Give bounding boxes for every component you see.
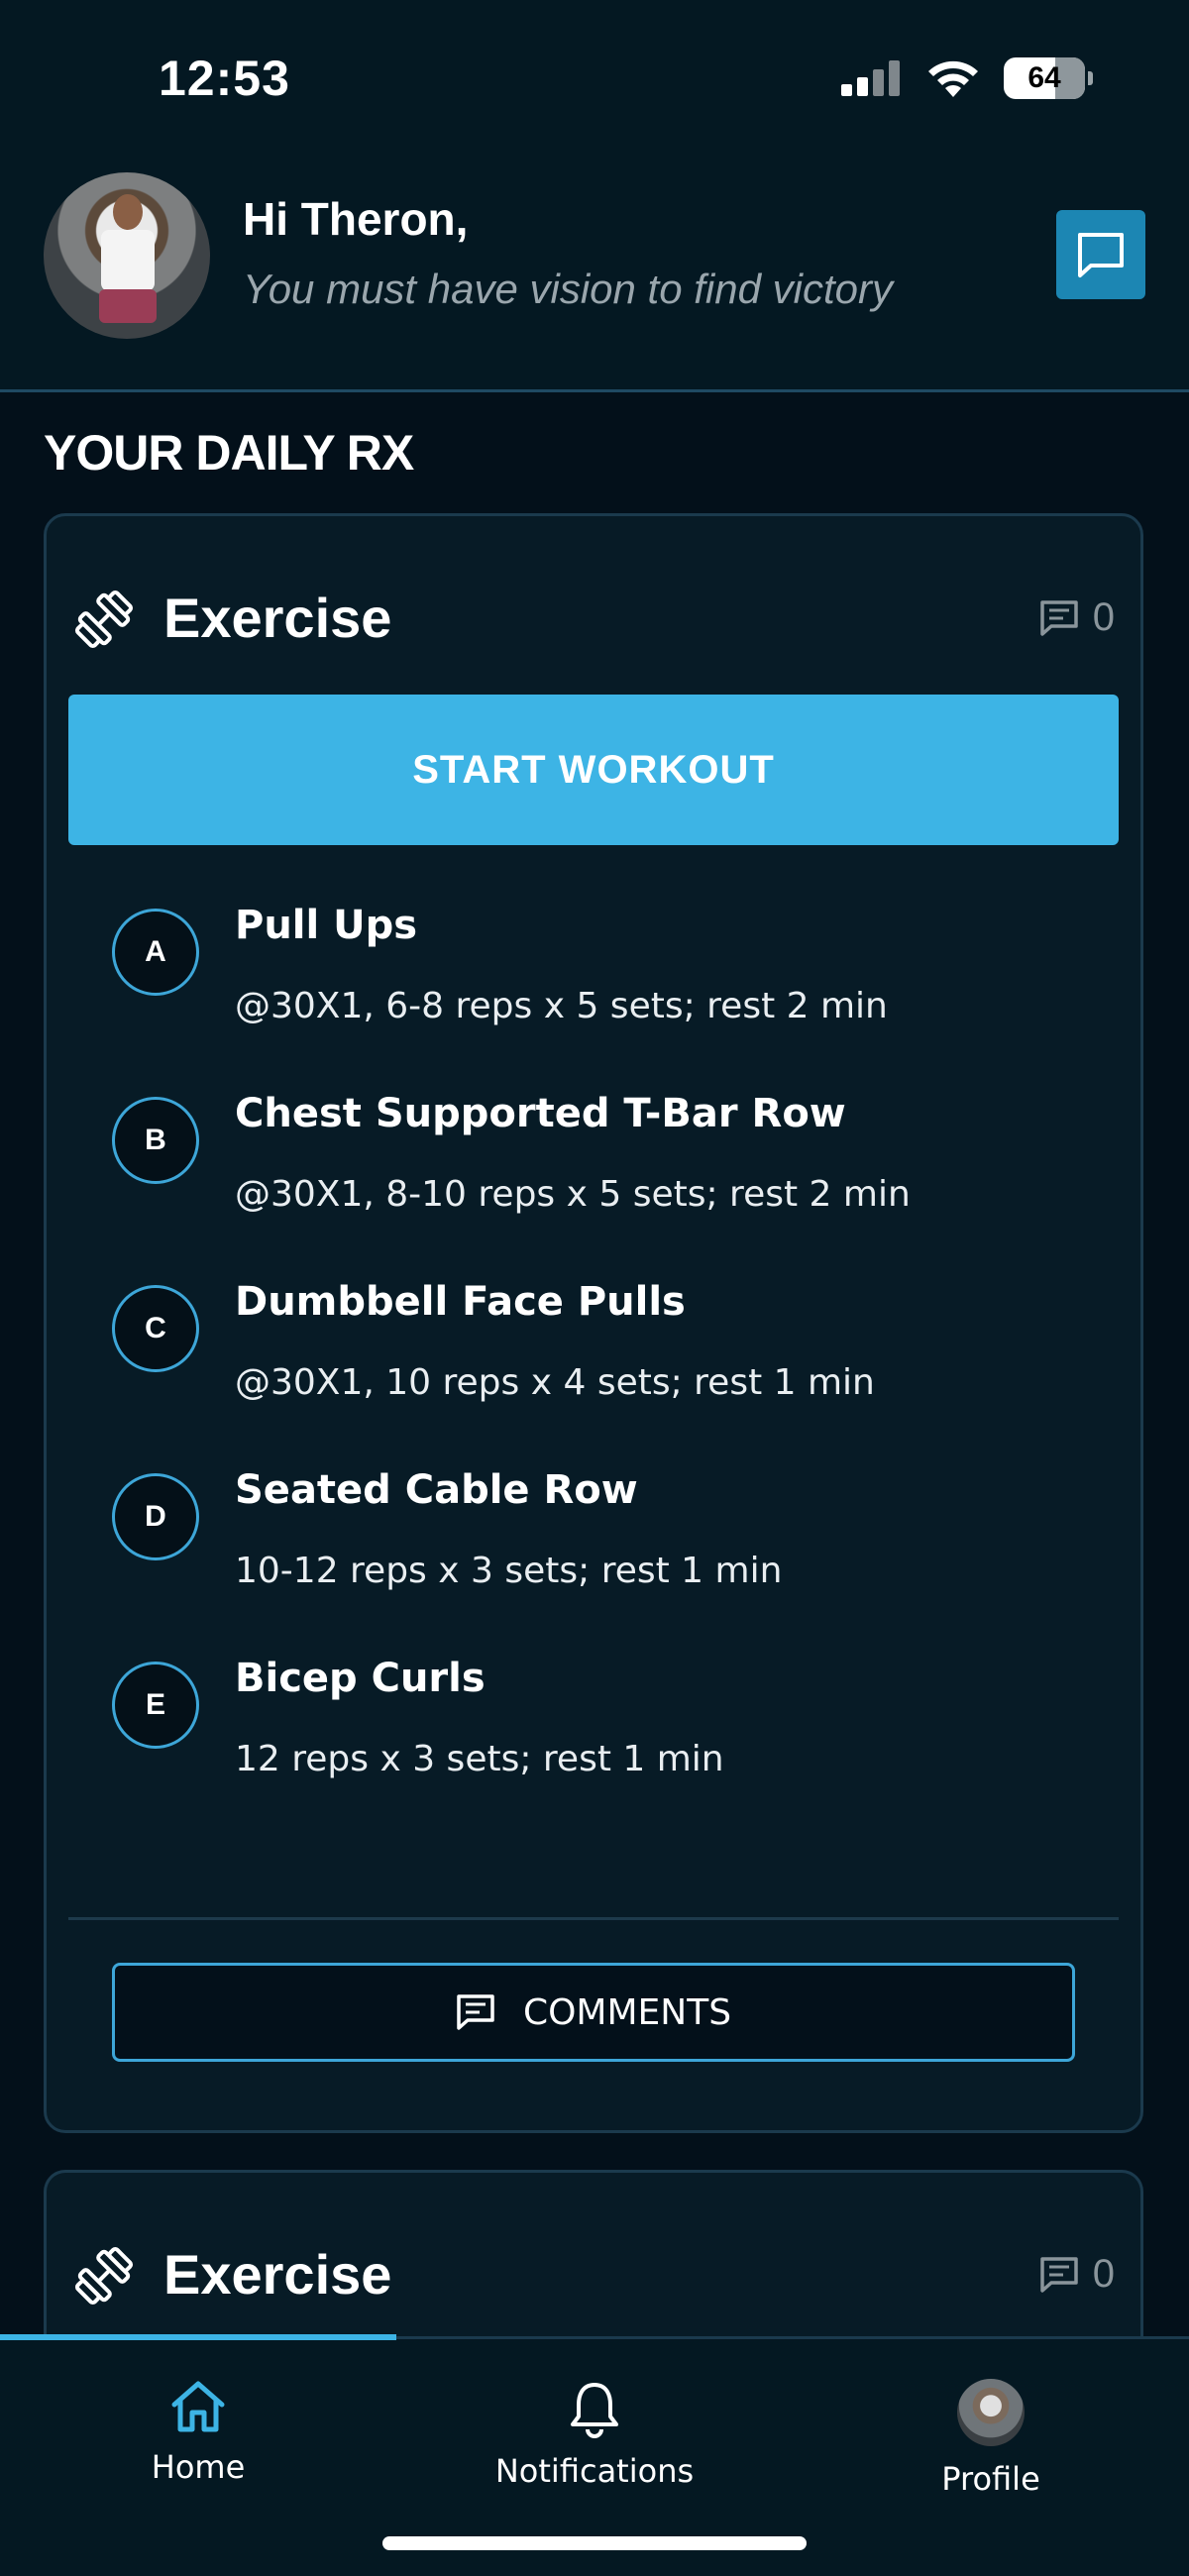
comment-icon (457, 1994, 494, 2030)
comment-icon (1040, 2256, 1078, 2293)
dumbbell-icon (74, 590, 134, 649)
exercise-name: Bicep Curls (235, 1656, 486, 1701)
card-header: Exercise 0 (72, 582, 1115, 661)
exercise-detail: 12 reps x 3 sets; rest 1 min (235, 1739, 724, 1779)
comment-count-value: 0 (1092, 595, 1115, 639)
header: Hi Theron, You must have vision to find … (0, 159, 1189, 392)
status-bar: 12:53 64 (0, 0, 1189, 159)
start-workout-button[interactable]: START WORKOUT (68, 695, 1119, 845)
profile-avatar (957, 2379, 1025, 2446)
signal-icon (841, 60, 900, 96)
exercise-item[interactable]: B Chest Supported T-Bar Row @30X1, 8-10 … (112, 1079, 1103, 1267)
tab-profile-label: Profile (941, 2460, 1040, 2498)
section-title: YOUR DAILY RX (44, 425, 414, 481)
comment-count[interactable]: 0 (1039, 2252, 1115, 2297)
comment-count[interactable]: 0 (1039, 595, 1115, 640)
comment-count-value: 0 (1092, 2252, 1115, 2296)
exercise-name: Seated Cable Row (235, 1467, 638, 1513)
exercise-item[interactable]: D Seated Cable Row 10-12 reps x 3 sets; … (112, 1455, 1103, 1644)
avatar[interactable] (44, 172, 210, 339)
tab-home-label: Home (151, 2448, 246, 2486)
bell-icon (571, 2383, 618, 2438)
status-time: 12:53 (159, 51, 290, 106)
exercise-item[interactable]: E Bicep Curls 12 reps x 3 sets; rest 1 m… (112, 1644, 1103, 1832)
exercise-letter-badge: E (112, 1662, 199, 1749)
exercise-name: Chest Supported T-Bar Row (235, 1091, 846, 1136)
exercise-detail: @30X1, 10 reps x 4 sets; rest 1 min (235, 1362, 875, 1403)
exercise-detail: @30X1, 8-10 reps x 5 sets; rest 2 min (235, 1174, 911, 1215)
exercise-item[interactable]: A Pull Ups @30X1, 6-8 reps x 5 sets; res… (112, 891, 1103, 1079)
card-title: Exercise (163, 587, 392, 649)
exercise-name: Dumbbell Face Pulls (235, 1279, 686, 1325)
exercise-item[interactable]: C Dumbbell Face Pulls @30X1, 10 reps x 4… (112, 1267, 1103, 1455)
exercise-letter-badge: D (112, 1473, 199, 1560)
home-indicator (382, 2536, 807, 2550)
tab-home[interactable]: Home (0, 2379, 396, 2518)
wifi-icon (928, 60, 978, 97)
active-tab-indicator (0, 2334, 396, 2340)
tab-notifications-label: Notifications (494, 2452, 695, 2490)
tab-profile[interactable]: Profile (793, 2379, 1189, 2518)
exercise-letter-badge: C (112, 1285, 199, 1372)
battery-icon: 64 (1004, 57, 1093, 99)
comments-label: COMMENTS (522, 1991, 732, 2033)
battery-level: 64 (1027, 61, 1061, 94)
card-header: Exercise 0 (72, 2238, 1115, 2317)
dumbbell-icon (74, 2246, 134, 2306)
greeting: Hi Theron, (243, 193, 469, 245)
exercise-list: A Pull Ups @30X1, 6-8 reps x 5 sets; res… (112, 891, 1103, 1832)
card-title: Exercise (163, 2243, 392, 2306)
comments-button[interactable]: COMMENTS (112, 1963, 1075, 2062)
tab-notifications[interactable]: Notifications (396, 2379, 793, 2518)
chat-button[interactable] (1056, 210, 1145, 299)
comment-icon (1040, 599, 1078, 636)
motivational-quote: You must have vision to find victory (243, 266, 893, 312)
chat-icon (1078, 233, 1124, 277)
exercise-detail: 10-12 reps x 3 sets; rest 1 min (235, 1551, 783, 1591)
home-icon (171, 2381, 225, 2432)
exercise-card: Exercise 0 START WORKOUT A Pull Ups @30X… (44, 513, 1143, 2133)
status-icons: 64 (841, 57, 1093, 99)
divider (68, 1917, 1119, 1920)
exercise-detail: @30X1, 6-8 reps x 5 sets; rest 2 min (235, 986, 888, 1026)
exercise-letter-badge: B (112, 1097, 199, 1184)
exercise-name: Pull Ups (235, 903, 418, 948)
exercise-letter-badge: A (112, 909, 199, 996)
